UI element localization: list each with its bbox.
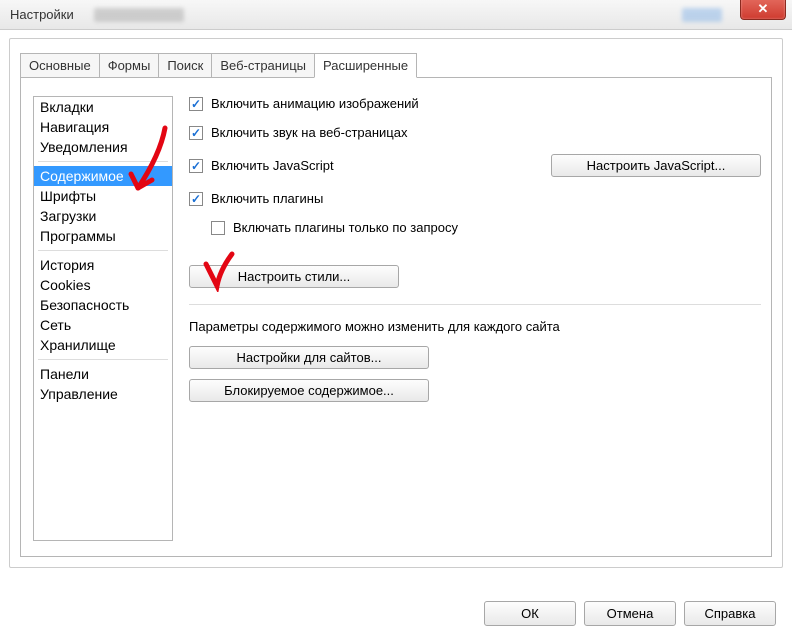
checkbox-plugins[interactable]: ✓	[189, 192, 203, 206]
label-anim-images: Включить анимацию изображений	[211, 96, 419, 111]
sidebar-item-programs[interactable]: Программы	[34, 226, 172, 246]
title-bar: Настройки ✕	[0, 0, 792, 30]
sidebar-item-downloads[interactable]: Загрузки	[34, 206, 172, 226]
sidebar-item-notifications[interactable]: Уведомления	[34, 137, 172, 157]
sidebar-item-panels[interactable]: Панели	[34, 364, 172, 384]
ok-button[interactable]: ОК	[484, 601, 576, 626]
checkbox-sound[interactable]: ✓	[189, 126, 203, 140]
checkbox-javascript[interactable]: ✓	[189, 159, 203, 173]
tab-advanced[interactable]: Расширенные	[314, 53, 417, 78]
row-plugins: ✓ Включить плагины	[189, 191, 761, 206]
label-sound: Включить звук на веб-страницах	[211, 125, 407, 140]
config-styles-button[interactable]: Настроить стили...	[189, 265, 399, 288]
label-plugins: Включить плагины	[211, 191, 323, 206]
sidebar-item-storage[interactable]: Хранилище	[34, 335, 172, 355]
sidebar-item-cookies[interactable]: Cookies	[34, 275, 172, 295]
close-button[interactable]: ✕	[740, 0, 786, 20]
tab-forms[interactable]: Формы	[99, 53, 160, 78]
cancel-button[interactable]: Отмена	[584, 601, 676, 626]
checkbox-anim-images[interactable]: ✓	[189, 97, 203, 111]
label-plugins-on-demand: Включать плагины только по запросу	[233, 220, 458, 235]
label-javascript: Включить JavaScript	[211, 158, 334, 173]
row-sound: ✓ Включить звук на веб-страницах	[189, 125, 761, 140]
sidebar-item-content[interactable]: Содержимое	[34, 166, 172, 186]
tab-webpages[interactable]: Веб-страницы	[211, 53, 315, 78]
sidebar-separator	[38, 250, 168, 251]
site-buttons-stack: Настройки для сайтов... Блокируемое соде…	[189, 346, 761, 402]
sidebar-item-fonts[interactable]: Шрифты	[34, 186, 172, 206]
site-settings-button[interactable]: Настройки для сайтов...	[189, 346, 429, 369]
help-button[interactable]: Справка	[684, 601, 776, 626]
close-icon: ✕	[758, 1, 769, 17]
separator	[189, 304, 761, 305]
tab-search[interactable]: Поиск	[158, 53, 212, 78]
title-right-blurred	[682, 8, 722, 22]
blocked-content-button[interactable]: Блокируемое содержимое...	[189, 379, 429, 402]
tab-basic[interactable]: Основные	[20, 53, 100, 78]
row-javascript: ✓ Включить JavaScript Настроить JavaScri…	[189, 154, 761, 177]
checkbox-plugins-on-demand[interactable]	[211, 221, 225, 235]
sidebar-item-management[interactable]: Управление	[34, 384, 172, 404]
sidebar-separator	[38, 161, 168, 162]
sidebar-item-network[interactable]: Сеть	[34, 315, 172, 335]
sidebar-separator	[38, 359, 168, 360]
sidebar-item-navigation[interactable]: Навигация	[34, 117, 172, 137]
dialog-footer: ОК Отмена Справка	[0, 588, 792, 638]
sidebar-list[interactable]: Вкладки Навигация Уведомления Содержимое…	[33, 96, 173, 541]
site-content-hint: Параметры содержимого можно изменить для…	[189, 319, 761, 334]
tab-panel-advanced: Вкладки Навигация Уведомления Содержимое…	[20, 77, 772, 557]
content-panel: ✓ Включить анимацию изображений ✓ Включи…	[189, 96, 761, 541]
config-javascript-button[interactable]: Настроить JavaScript...	[551, 154, 761, 177]
sidebar-item-history[interactable]: История	[34, 255, 172, 275]
row-plugins-on-demand: Включать плагины только по запросу	[211, 220, 761, 235]
sidebar-item-security[interactable]: Безопасность	[34, 295, 172, 315]
sidebar-item-tabs[interactable]: Вкладки	[34, 97, 172, 117]
window-title: Настройки	[0, 7, 74, 22]
row-anim-images: ✓ Включить анимацию изображений	[189, 96, 761, 111]
title-blurred-text	[94, 8, 184, 22]
tabs: Основные Формы Поиск Веб-страницы Расшир…	[20, 53, 416, 78]
